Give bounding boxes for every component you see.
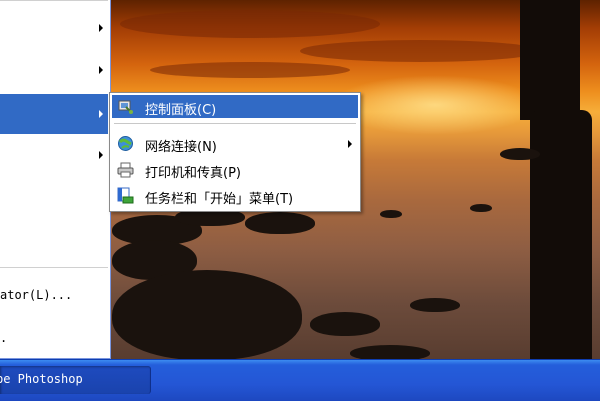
wallpaper-cloud [120, 10, 380, 38]
wallpaper-rock [112, 270, 302, 360]
start-menu-item[interactable]: . [0, 328, 108, 350]
menu-separator [114, 123, 356, 124]
menu-item-control-panel[interactable]: 控制面板(C) [112, 95, 358, 118]
wallpaper-silhouette [530, 110, 592, 360]
taskbar-start-menu-icon [117, 187, 134, 204]
settings-submenu: 控制面板(C) 网络连接(N) 打印机和传真(P) 任务栏和「开始」菜单(T) [109, 92, 361, 212]
wallpaper-rock [470, 204, 492, 212]
menu-item-network-connections[interactable]: 网络连接(N) [112, 132, 358, 155]
start-menu-item-settings-selected[interactable] [0, 94, 108, 134]
wallpaper-rock [245, 212, 315, 234]
menu-item-label: 打印机和传真(P) [145, 166, 241, 181]
wallpaper-cloud [300, 40, 540, 62]
submenu-arrow-icon [99, 151, 103, 159]
menu-item-taskbar-start-menu[interactable]: 任务栏和「开始」菜单(T) [112, 184, 358, 207]
wallpaper-rock [500, 148, 540, 160]
taskbar-button-label: be Photoshop [0, 372, 83, 386]
control-panel-icon [118, 100, 133, 114]
wallpaper-rock [410, 298, 460, 312]
start-menu-panel: ator(L)... . [0, 0, 111, 359]
taskbar: be Photoshop [0, 359, 600, 401]
start-menu-item[interactable] [0, 145, 108, 167]
run-as-menu-item[interactable]: ator(L)... [0, 285, 108, 307]
menu-item-label: 任务栏和「开始」菜单(T) [145, 192, 294, 207]
wallpaper-cloud [150, 62, 350, 78]
printers-faxes-icon [117, 162, 134, 178]
submenu-arrow-icon [348, 140, 352, 148]
menu-item-label: 网络连接(N) [145, 140, 217, 155]
wallpaper-sun-glow [330, 75, 540, 135]
start-menu-item-label: . [0, 331, 8, 345]
start-menu-item[interactable] [0, 18, 108, 40]
wallpaper-rock [310, 312, 380, 336]
taskbar-button-photoshop[interactable]: be Photoshop [0, 366, 151, 394]
menu-separator [0, 267, 108, 268]
submenu-arrow-icon [99, 24, 103, 32]
start-menu-item[interactable] [0, 60, 108, 82]
menu-separator [0, 0, 108, 1]
menu-item-label: 控制面板(C) [145, 103, 217, 118]
submenu-arrow-icon [99, 110, 103, 118]
wallpaper-rock [380, 210, 402, 218]
network-connections-icon [118, 136, 133, 151]
wallpaper-silhouette [520, 0, 580, 120]
menu-item-printers-faxes[interactable]: 打印机和传真(P) [112, 158, 358, 181]
submenu-arrow-icon [99, 66, 103, 74]
run-as-label: ator(L)... [0, 288, 73, 302]
